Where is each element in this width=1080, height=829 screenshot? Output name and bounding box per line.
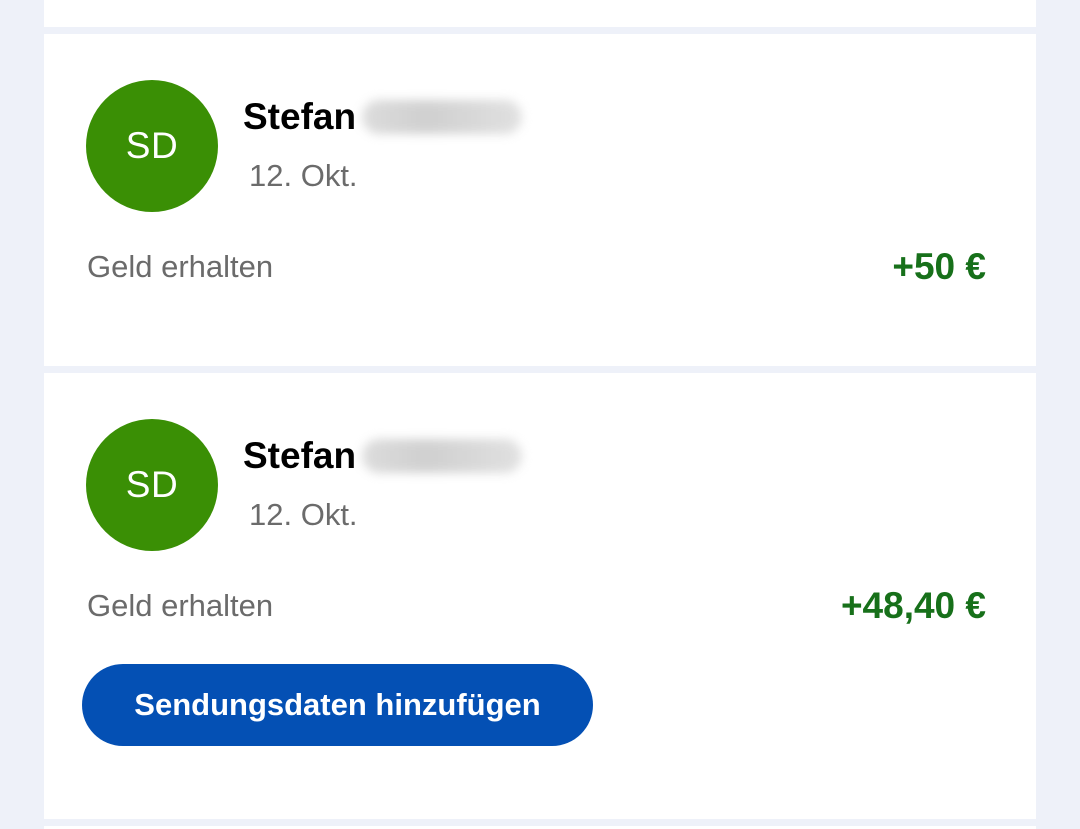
transaction-amount: +48,40 € — [840, 585, 986, 626]
sender-name-row: Stefan — [243, 435, 523, 477]
transaction-card[interactable]: SD Stefan 12. Okt. Geld erhalten +48,40 … — [44, 373, 1036, 819]
transaction-amount: +50 € — [892, 246, 986, 287]
transaction-card[interactable]: SD Stefan 12. Okt. Geld erhalten +50 € — [44, 34, 1036, 366]
redacted-surname — [362, 439, 523, 473]
avatar: SD — [86, 80, 218, 212]
sender-name: Stefan — [243, 435, 357, 476]
transaction-date: 12. Okt. — [249, 158, 358, 193]
add-shipping-details-button[interactable]: Sendungsdaten hinzufügen — [82, 664, 593, 746]
transaction-type-label: Geld erhalten — [87, 588, 274, 623]
transaction-list: SD Stefan 12. Okt. Geld erhalten +50 € S… — [0, 0, 1080, 829]
transaction-date: 12. Okt. — [249, 497, 358, 532]
transaction-card-partial — [44, 0, 1036, 27]
avatar: SD — [86, 419, 218, 551]
redacted-surname — [362, 100, 523, 134]
sender-name-row: Stefan — [243, 96, 523, 138]
transaction-type-label: Geld erhalten — [87, 249, 274, 284]
sender-name: Stefan — [243, 96, 357, 137]
